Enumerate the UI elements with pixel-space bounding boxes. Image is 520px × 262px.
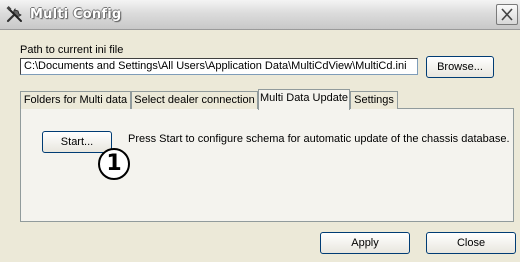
close-button[interactable]: Close	[426, 232, 516, 254]
tab-folders-for-multi-data[interactable]: Folders for Multi data	[20, 91, 131, 109]
path-label: Path to current ini file	[20, 44, 124, 56]
title-bar[interactable]: Multi Config	[0, 0, 520, 30]
multi-config-window: Multi Config Path to current ini file C:…	[0, 0, 520, 262]
tab-panel	[20, 108, 514, 222]
apply-button[interactable]: Apply	[320, 232, 410, 254]
tools-icon	[6, 6, 24, 24]
start-instruction-text: Press Start to configure schema for auto…	[128, 133, 510, 145]
tab-select-dealer-connection[interactable]: Select dealer connection	[131, 91, 258, 109]
window-close-button[interactable]	[496, 4, 518, 25]
ini-path-field[interactable]: C:\Documents and Settings\All Users\Appl…	[20, 58, 418, 75]
step-callout-badge: 1	[98, 148, 130, 180]
start-button[interactable]: Start...	[42, 131, 112, 153]
tab-multi-data-update[interactable]: Multi Data Update	[258, 89, 350, 110]
tab-settings[interactable]: Settings	[350, 91, 398, 109]
close-icon	[501, 8, 513, 21]
window-title: Multi Config	[30, 7, 122, 22]
panel-edge	[514, 108, 520, 222]
browse-button[interactable]: Browse...	[426, 56, 494, 78]
